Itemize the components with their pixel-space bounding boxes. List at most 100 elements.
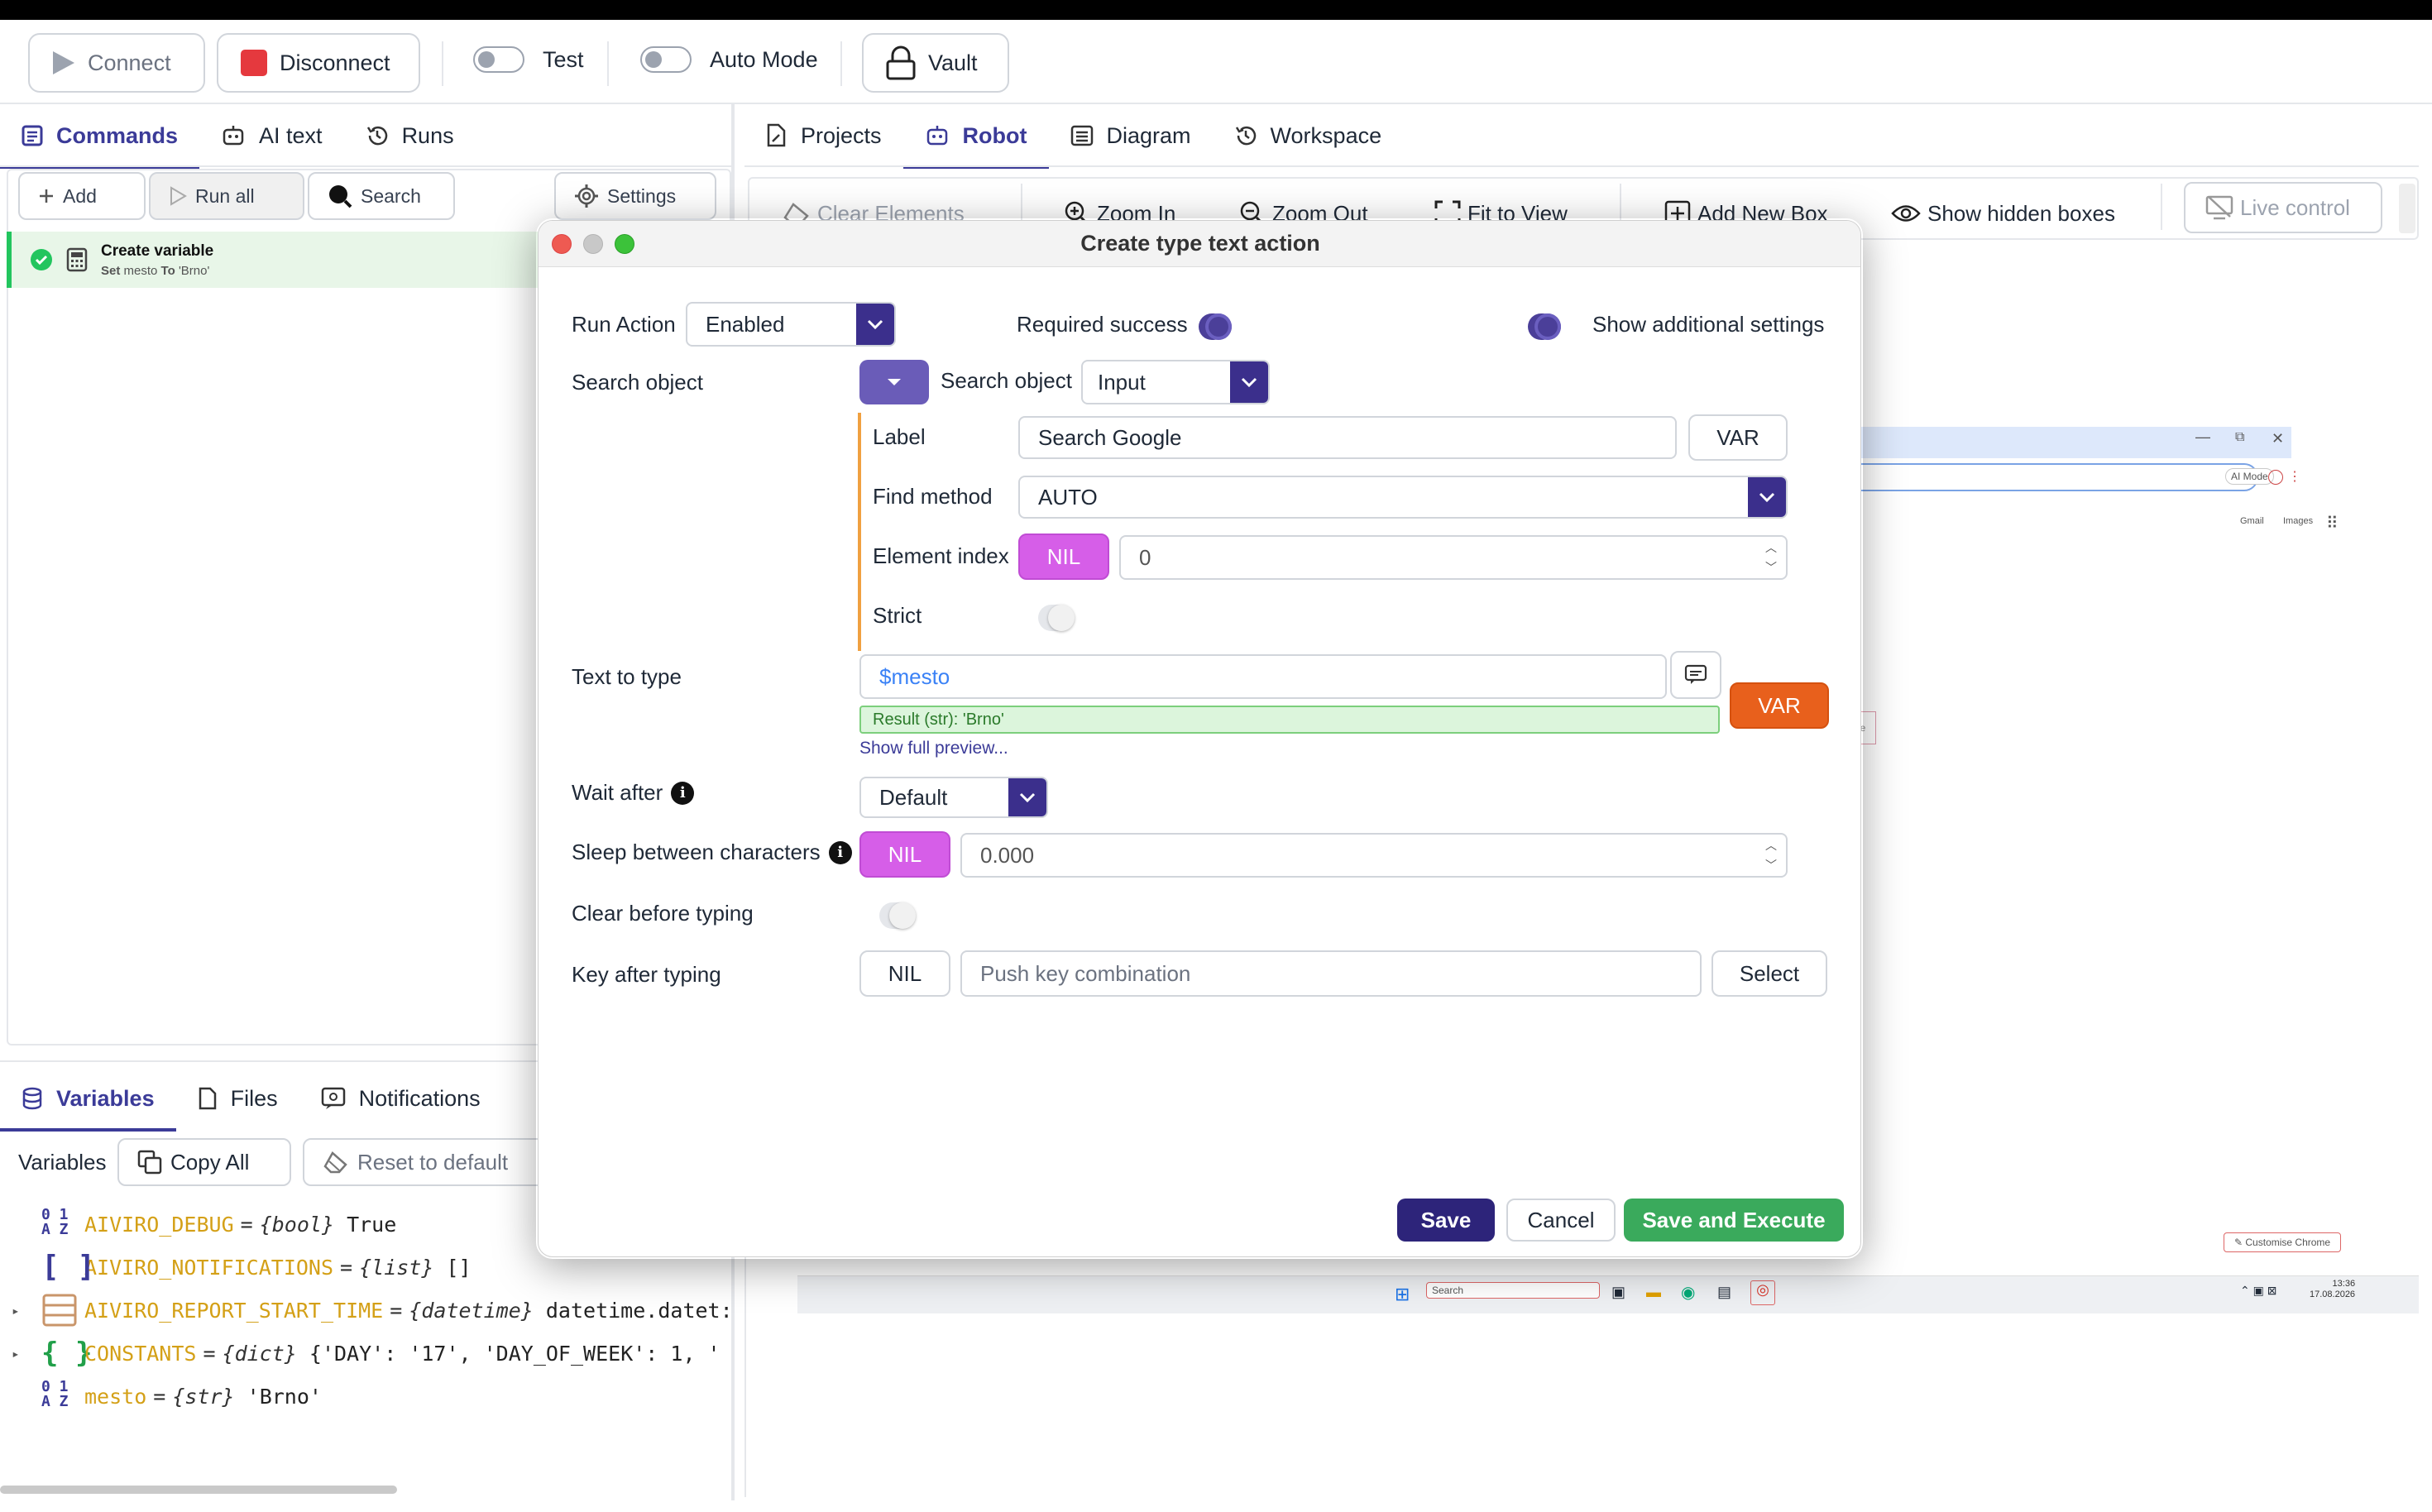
chevron-down-icon[interactable] xyxy=(1748,477,1786,517)
chevron-down-icon[interactable] xyxy=(856,304,894,345)
find-method-value: AUTO xyxy=(1038,484,1098,510)
cancel-button[interactable]: Cancel xyxy=(1506,1199,1616,1242)
element-index-nil-button[interactable]: NIL xyxy=(1018,534,1109,580)
strict-label: Strict xyxy=(873,603,922,628)
copy-all-button[interactable]: Copy All xyxy=(117,1138,291,1186)
variable-row[interactable]: ▸ AIVIRO_REPORT_START_TIME = {datetime} da… xyxy=(12,1294,733,1327)
connect-button[interactable]: Connect xyxy=(28,33,205,93)
variable-row[interactable]: 0 1A Z AIVIRO_DEBUG = {bool} True xyxy=(41,1208,396,1241)
stepper-up-icon[interactable]: ︿ xyxy=(1765,837,1777,854)
stepper-down-icon[interactable]: ﹀ xyxy=(1765,559,1777,576)
tab-diagram[interactable]: Diagram xyxy=(1049,106,1213,169)
variable-name: mesto xyxy=(84,1384,147,1409)
close-window-button[interactable] xyxy=(552,234,572,254)
expand-chevron-icon[interactable]: ▸ xyxy=(12,1346,41,1361)
chevron-down-icon[interactable] xyxy=(1008,778,1046,816)
command-set-keyword: Set xyxy=(101,263,121,278)
variable-row[interactable]: ▸ { } CONSTANTS = {dict} {'DAY': '17', 'DA… xyxy=(12,1337,721,1370)
live-control-button[interactable]: Live control xyxy=(2184,182,2382,233)
stepper-down-icon[interactable]: ﹀ xyxy=(1765,857,1777,873)
text-var-button[interactable]: VAR xyxy=(1730,682,1829,729)
label-input[interactable]: Search Google xyxy=(1018,416,1677,459)
key-after-nil-button[interactable]: NIL xyxy=(859,950,950,997)
command-to-keyword: To xyxy=(160,263,175,278)
reset-default-label: Reset to default xyxy=(357,1149,509,1175)
info-icon[interactable]: i xyxy=(671,781,695,805)
database-icon xyxy=(22,1087,43,1110)
number-stepper[interactable]: ︿ ﹀ xyxy=(1756,835,1786,876)
preview-folder-icon: ▬ xyxy=(1646,1284,1661,1300)
expand-chevron-icon[interactable]: ▸ xyxy=(12,1303,41,1318)
tab-notifications[interactable]: Notifications xyxy=(299,1069,502,1132)
maximize-window-button[interactable] xyxy=(615,234,634,254)
robot-icon xyxy=(221,125,246,146)
sleep-nil-button[interactable]: NIL xyxy=(859,831,950,878)
save-button[interactable]: Save xyxy=(1397,1199,1495,1242)
auto-mode-switch[interactable] xyxy=(640,46,692,73)
wait-after-value: Default xyxy=(879,784,948,810)
toolbar-overflow[interactable] xyxy=(2399,184,2415,233)
info-icon[interactable]: i xyxy=(828,840,852,864)
add-command-button[interactable]: Add xyxy=(18,172,146,220)
reset-default-button[interactable]: Reset to default xyxy=(303,1138,551,1186)
settings-label: Settings xyxy=(607,184,677,207)
right-tab-bar: Projects Robot Diagram Workspace xyxy=(744,103,1403,169)
search-commands-button[interactable]: Search xyxy=(308,172,455,220)
expression-editor-button[interactable] xyxy=(1670,651,1721,699)
run-all-button[interactable]: Run all xyxy=(149,172,304,220)
test-toggle[interactable]: Test xyxy=(473,46,584,73)
tab-runs[interactable]: Runs xyxy=(344,106,476,169)
command-item[interactable]: Create variable Set mesto To 'Brno' xyxy=(7,232,586,288)
number-stepper[interactable]: ︿ ﹀ xyxy=(1756,537,1786,578)
tab-files[interactable]: Files xyxy=(176,1069,299,1132)
sleep-between-text: Sleep between characters xyxy=(572,840,821,864)
tab-commands[interactable]: Commands xyxy=(0,106,200,169)
text-to-type-input[interactable]: $mesto xyxy=(859,654,1667,699)
stepper-up-icon[interactable]: ︿ xyxy=(1765,539,1777,556)
variable-row[interactable]: [ ] AIVIRO_NOTIFICATIONS = {list} [] xyxy=(41,1251,472,1284)
element-index-input[interactable]: 0 ︿ ﹀ xyxy=(1119,535,1788,580)
minimize-window-button[interactable] xyxy=(583,234,603,254)
test-switch[interactable] xyxy=(473,46,524,73)
key-select-button[interactable]: Select xyxy=(1711,950,1827,997)
sleep-input[interactable]: 0.000 ︿ ﹀ xyxy=(960,833,1788,878)
preview-gmail: Gmail xyxy=(2240,516,2264,526)
show-full-preview-link[interactable]: Show full preview... xyxy=(859,739,1008,758)
tab-ai-text[interactable]: AI text xyxy=(199,106,344,169)
required-success-toggle[interactable] xyxy=(1199,313,1232,340)
show-additional-toggle[interactable] xyxy=(1528,313,1561,340)
variable-row[interactable]: 0 1A Z mesto = {str} 'Brno' xyxy=(41,1380,322,1413)
show-hidden-boxes-button[interactable]: Show hidden boxes xyxy=(1891,190,2115,237)
strict-toggle[interactable] xyxy=(1038,605,1075,631)
save-and-execute-button[interactable]: Save and Execute xyxy=(1624,1199,1844,1242)
preview-minimize-icon: — xyxy=(2195,428,2210,445)
disconnect-button[interactable]: Disconnect xyxy=(217,33,420,93)
find-method-select[interactable]: AUTO xyxy=(1018,476,1788,519)
label-var-button[interactable]: VAR xyxy=(1688,414,1788,461)
vault-button[interactable]: Vault xyxy=(862,33,1009,93)
window-top-strip xyxy=(0,0,2432,20)
robot-icon xyxy=(925,125,950,146)
copy-all-label: Copy All xyxy=(170,1149,250,1175)
search-object-type-select[interactable]: Input xyxy=(1081,360,1270,404)
horizontal-scrollbar[interactable] xyxy=(0,1486,397,1494)
tab-workspace[interactable]: Workspace xyxy=(1213,106,1404,169)
tab-robot-label: Robot xyxy=(962,122,1027,148)
search-icon xyxy=(328,184,352,208)
tab-robot[interactable]: Robot xyxy=(902,106,1049,169)
wait-after-select[interactable]: Default xyxy=(859,777,1048,818)
auto-mode-toggle[interactable]: Auto Mode xyxy=(640,46,818,73)
preview-ai-mode: AI Mode xyxy=(2225,468,2274,485)
tab-projects[interactable]: Projects xyxy=(744,106,903,169)
tab-variables[interactable]: Variables xyxy=(0,1069,176,1132)
run-action-select[interactable]: Enabled xyxy=(686,302,896,347)
document-edit-icon xyxy=(766,123,788,148)
search-object-type-value: Input xyxy=(1098,369,1146,395)
search-object-collapse-button[interactable] xyxy=(859,360,929,404)
search-object-label: Search object xyxy=(572,370,703,395)
key-combination-input[interactable]: Push key combination xyxy=(960,950,1702,997)
chevron-down-icon[interactable] xyxy=(1230,361,1268,403)
search-object-inner-label: Search object xyxy=(941,368,1072,393)
clear-before-toggle[interactable] xyxy=(879,902,916,929)
settings-button[interactable]: Settings xyxy=(554,172,716,220)
